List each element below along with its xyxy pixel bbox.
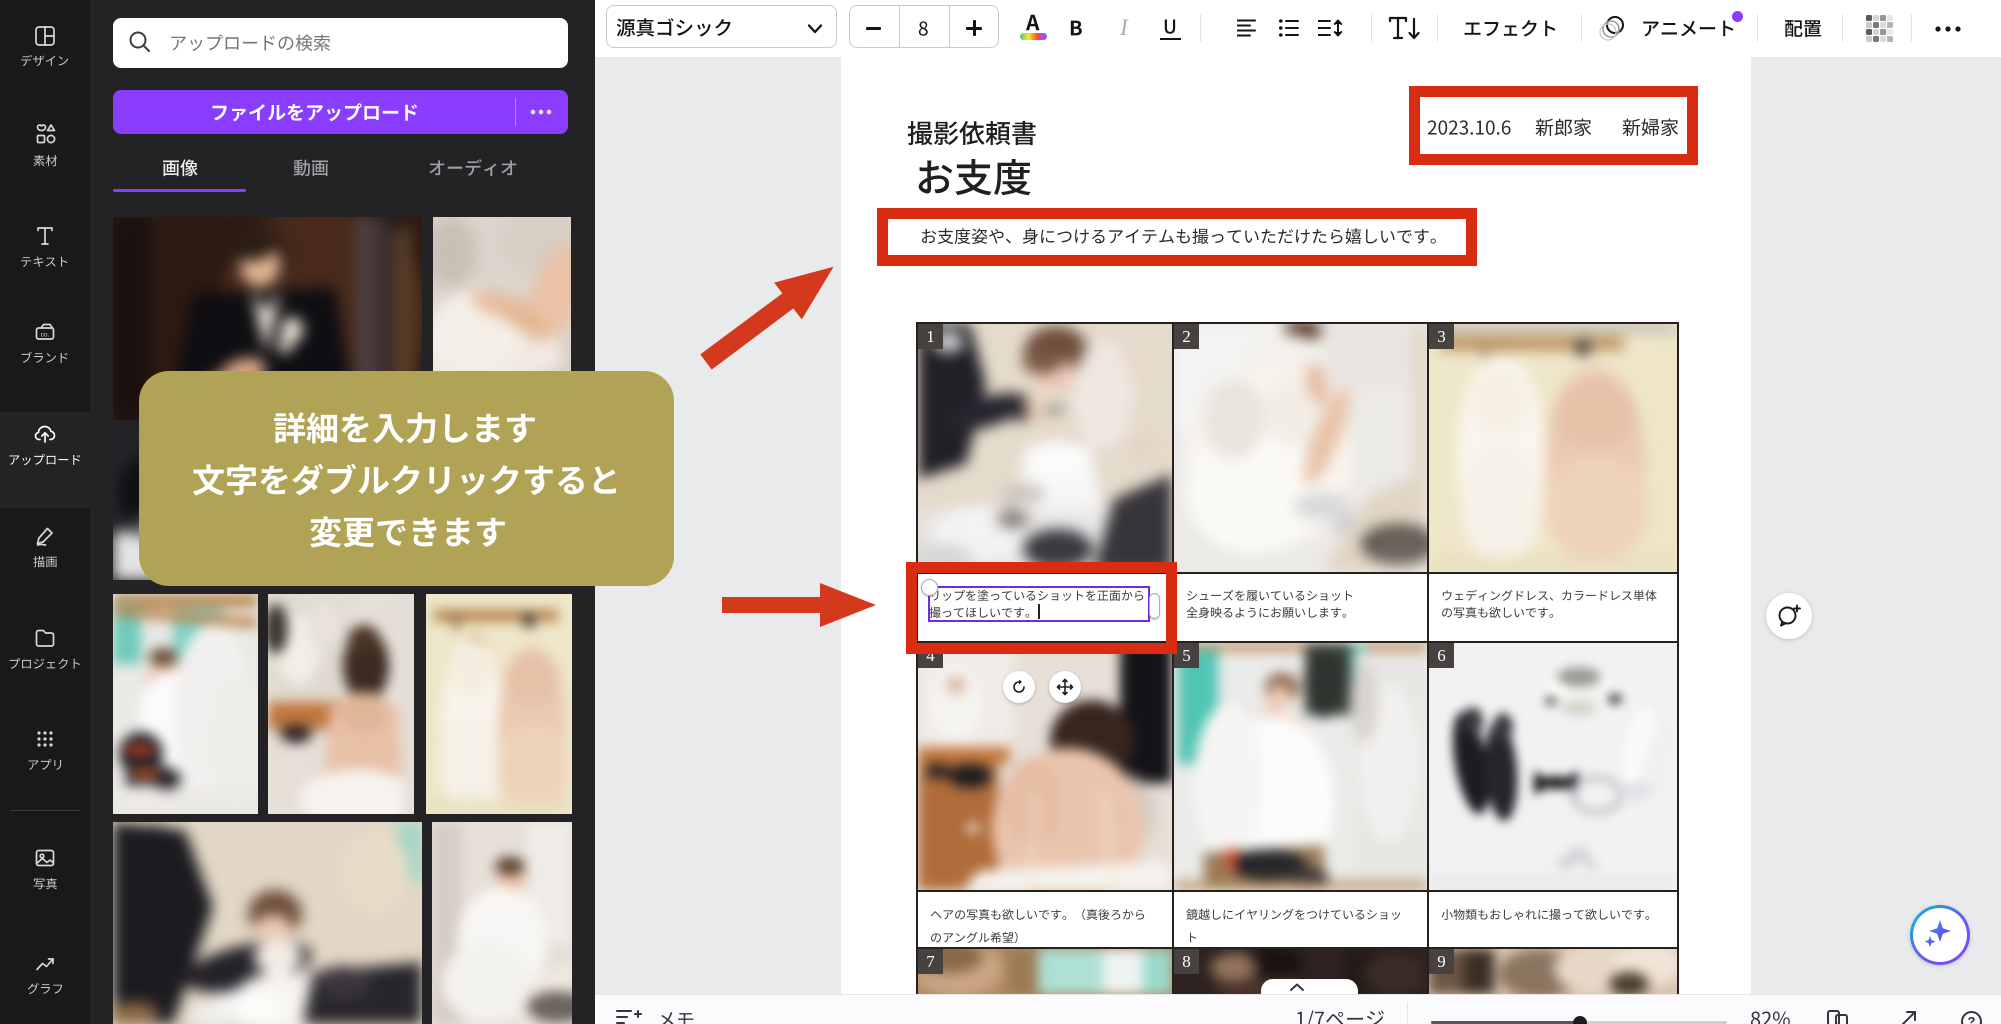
svg-text:co.: co. [41, 332, 50, 339]
